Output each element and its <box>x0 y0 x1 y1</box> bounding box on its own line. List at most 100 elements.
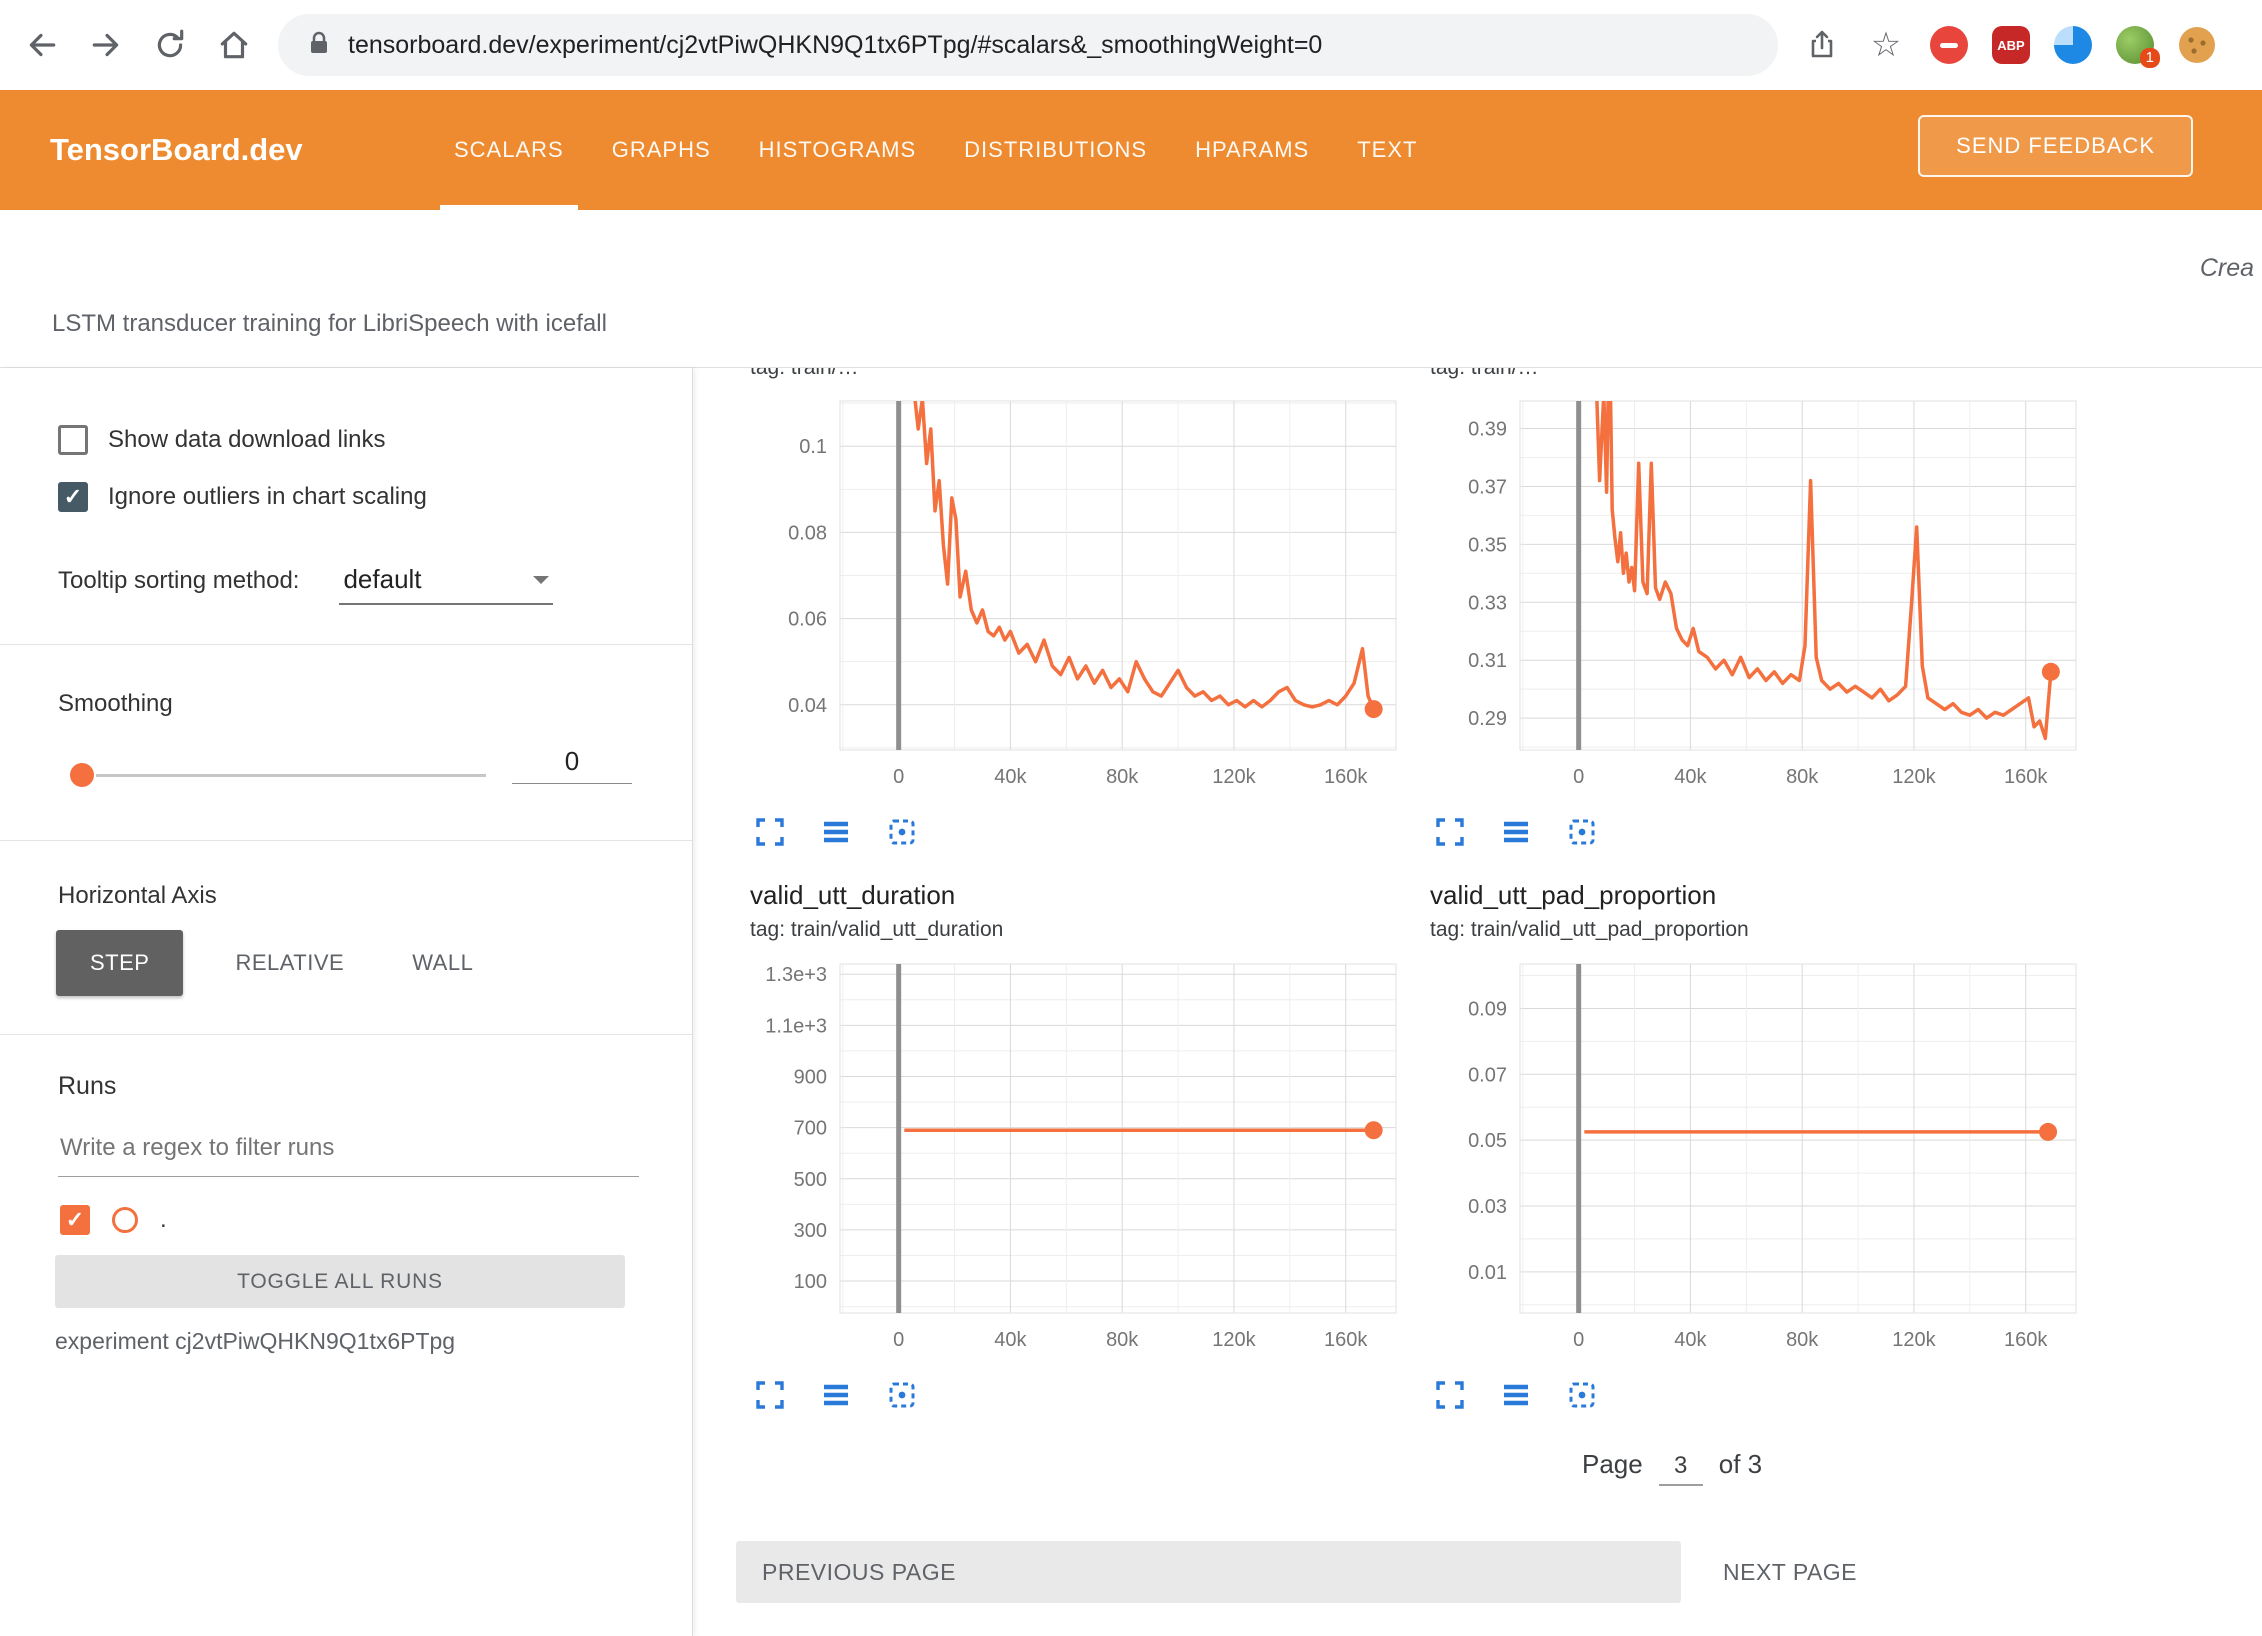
address-bar[interactable]: tensorboard.dev/experiment/cj2vtPiwQHKN9… <box>278 14 1778 76</box>
page-of-label: of 3 <box>1719 1449 1762 1480</box>
app-logo[interactable]: TensorBoard.dev <box>50 90 303 210</box>
chart-1-toolbar <box>748 812 924 852</box>
svg-text:160k: 160k <box>1324 766 1368 787</box>
chart-3-tag: tag: train/valid_utt_duration <box>750 918 1003 942</box>
svg-text:40k: 40k <box>1674 766 1707 787</box>
adblock-extension-icon[interactable] <box>1930 26 1968 64</box>
ignore-outliers-label: Ignore outliers in chart scaling <box>108 483 427 511</box>
fullscreen-icon[interactable] <box>1428 812 1472 852</box>
scalar-chart-2[interactable]: 0.290.310.330.350.370.39040k80k120k160k <box>1425 395 2085 787</box>
page-number-input[interactable] <box>1659 1448 1703 1486</box>
cookie-extension-icon[interactable] <box>2178 26 2216 64</box>
lock-icon <box>308 30 330 61</box>
back-icon[interactable] <box>22 25 62 65</box>
svg-text:0: 0 <box>1573 766 1584 787</box>
svg-text:40k: 40k <box>994 766 1027 787</box>
svg-text:0.04: 0.04 <box>788 695 827 717</box>
ignore-outliers-row: Ignore outliers in chart scaling <box>58 482 427 512</box>
tab-scalars[interactable]: SCALARS <box>454 90 564 210</box>
chart-4-title: valid_utt_pad_proportion <box>1430 880 1716 911</box>
browser-toolbar: tensorboard.dev/experiment/cj2vtPiwQHKN9… <box>0 0 2262 90</box>
divider <box>0 644 692 645</box>
smoothing-label: Smoothing <box>58 690 173 718</box>
tab-hparams[interactable]: HPARAMS <box>1195 90 1309 210</box>
nav-tabs: SCALARS GRAPHS HISTOGRAMS DISTRIBUTIONS … <box>454 90 1417 210</box>
svg-text:120k: 120k <box>1892 766 1936 787</box>
svg-text:120k: 120k <box>1892 1329 1936 1350</box>
app-header: TensorBoard.dev SCALARS GRAPHS HISTOGRAM… <box>0 90 2262 210</box>
svg-text:120k: 120k <box>1212 1329 1256 1350</box>
horizontal-axis-label: Horizontal Axis <box>58 882 217 910</box>
tab-graphs[interactable]: GRAPHS <box>612 90 711 210</box>
profile-avatar[interactable]: 1 <box>2116 26 2154 64</box>
svg-text:0.31: 0.31 <box>1468 650 1507 672</box>
ignore-outliers-checkbox[interactable] <box>58 482 88 512</box>
svg-text:500: 500 <box>794 1169 827 1191</box>
fullscreen-icon[interactable] <box>748 812 792 852</box>
divider <box>0 840 692 841</box>
show-download-links-checkbox[interactable] <box>58 425 88 455</box>
svg-text:0.35: 0.35 <box>1468 534 1507 556</box>
data-lines-icon[interactable] <box>814 812 858 852</box>
abp-extension-icon[interactable]: ABP <box>1992 26 2030 64</box>
pagination: Page of 3 <box>1582 1448 1762 1486</box>
tab-text[interactable]: TEXT <box>1357 90 1417 210</box>
next-page-button[interactable]: NEXT PAGE <box>1717 1541 1863 1603</box>
svg-text:100: 100 <box>794 1271 827 1293</box>
svg-text:0.33: 0.33 <box>1468 592 1507 614</box>
svg-text:300: 300 <box>794 1220 827 1242</box>
svg-text:40k: 40k <box>1674 1329 1707 1350</box>
svg-text:80k: 80k <box>1786 766 1819 787</box>
blue-extension-icon[interactable] <box>2054 26 2092 64</box>
svg-text:80k: 80k <box>1786 1329 1819 1350</box>
data-lines-icon[interactable] <box>1494 812 1538 852</box>
axis-option-wall[interactable]: WALL <box>396 930 489 996</box>
data-lines-icon[interactable] <box>1494 1375 1538 1415</box>
smoothing-slider-track[interactable] <box>96 774 486 777</box>
fullscreen-icon[interactable] <box>1428 1375 1472 1415</box>
tab-distributions[interactable]: DISTRIBUTIONS <box>964 90 1147 210</box>
svg-text:160k: 160k <box>2004 1329 2048 1350</box>
reload-icon[interactable] <box>150 25 190 65</box>
previous-page-button[interactable]: PREVIOUS PAGE <box>736 1541 1681 1603</box>
avatar-badge: 1 <box>2140 48 2160 68</box>
svg-text:0.37: 0.37 <box>1468 476 1507 498</box>
fit-domain-icon[interactable] <box>880 1375 924 1415</box>
svg-text:0.29: 0.29 <box>1468 708 1507 730</box>
toggle-all-runs-button[interactable]: TOGGLE ALL RUNS <box>55 1255 625 1308</box>
chart-3-title: valid_utt_duration <box>750 880 955 911</box>
svg-text:700: 700 <box>794 1118 827 1140</box>
fit-domain-icon[interactable] <box>880 812 924 852</box>
horizontal-axis-options: STEP RELATIVE WALL <box>56 930 489 996</box>
smoothing-value-input[interactable] <box>512 740 632 784</box>
svg-text:1.3e+3: 1.3e+3 <box>765 964 827 986</box>
show-download-links-row: Show data download links <box>58 425 386 455</box>
share-icon[interactable] <box>1802 25 1842 65</box>
axis-option-relative[interactable]: RELATIVE <box>219 930 360 996</box>
tooltip-sorting-dropdown[interactable]: default <box>339 564 553 605</box>
smoothing-slider-thumb[interactable] <box>70 763 94 787</box>
fit-domain-icon[interactable] <box>1560 812 1604 852</box>
svg-text:0.03: 0.03 <box>1468 1196 1507 1218</box>
bookmark-star-icon[interactable]: ☆ <box>1866 25 1906 65</box>
fullscreen-icon[interactable] <box>748 1375 792 1415</box>
data-lines-icon[interactable] <box>814 1375 858 1415</box>
scalar-chart-4[interactable]: 0.010.030.050.070.09040k80k120k160k <box>1425 958 2085 1350</box>
fit-domain-icon[interactable] <box>1560 1375 1604 1415</box>
runs-filter-input[interactable] <box>58 1120 639 1177</box>
svg-text:0.06: 0.06 <box>788 609 827 631</box>
url-text[interactable]: tensorboard.dev/experiment/cj2vtPiwQHKN9… <box>348 31 1322 60</box>
svg-text:0.39: 0.39 <box>1468 419 1507 441</box>
tab-histograms[interactable]: HISTOGRAMS <box>759 90 917 210</box>
svg-text:1.1e+3: 1.1e+3 <box>765 1015 827 1037</box>
run-name-label: . <box>160 1206 167 1234</box>
svg-text:0.07: 0.07 <box>1468 1064 1507 1086</box>
run-checkbox[interactable] <box>60 1205 90 1235</box>
home-icon[interactable] <box>214 25 254 65</box>
forward-icon[interactable] <box>86 25 126 65</box>
scalar-chart-1[interactable]: 0.040.060.080.1040k80k120k160k <box>745 395 1405 787</box>
experiment-id-label: experiment cj2vtPiwQHKN9Q1tx6PTpg <box>55 1328 455 1355</box>
axis-option-step[interactable]: STEP <box>56 930 183 996</box>
send-feedback-button[interactable]: SEND FEEDBACK <box>1918 115 2193 177</box>
scalar-chart-3[interactable]: 1003005007009001.1e+31.3e+3040k80k120k16… <box>745 958 1405 1350</box>
